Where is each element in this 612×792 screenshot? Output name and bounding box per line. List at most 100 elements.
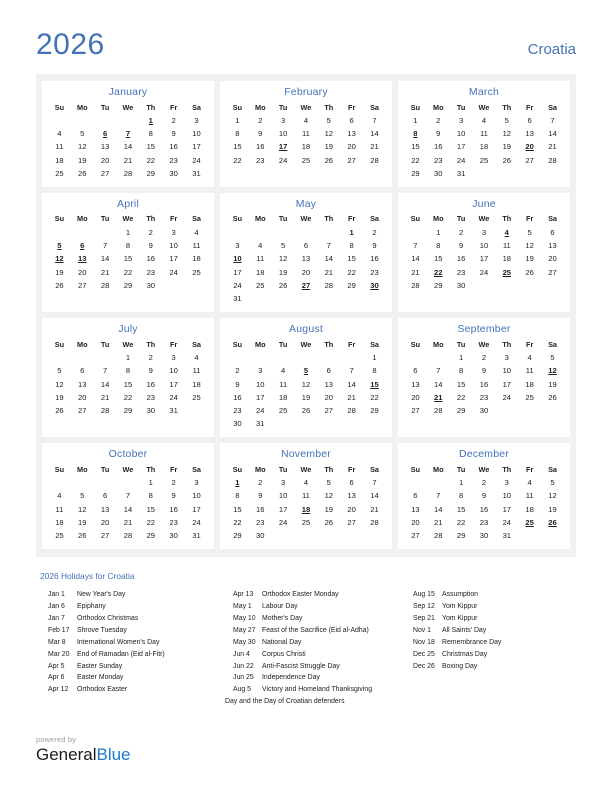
day-cell[interactable]: 27: [340, 516, 363, 529]
day-cell[interactable]: 22: [226, 516, 249, 529]
day-cell[interactable]: 13: [541, 239, 564, 252]
day-cell-holiday[interactable]: 1: [340, 226, 363, 239]
day-cell[interactable]: 12: [541, 489, 564, 502]
day-cell[interactable]: 8: [340, 239, 363, 252]
day-cell[interactable]: 24: [226, 279, 249, 292]
day-cell[interactable]: 27: [404, 404, 427, 417]
day-cell[interactable]: 3: [272, 114, 295, 127]
day-cell[interactable]: 13: [340, 489, 363, 502]
day-cell[interactable]: 17: [495, 377, 518, 390]
day-cell-holiday[interactable]: 6: [71, 239, 94, 252]
day-cell[interactable]: 6: [340, 114, 363, 127]
day-cell[interactable]: 21: [427, 516, 450, 529]
day-cell[interactable]: 6: [518, 114, 541, 127]
day-cell[interactable]: 23: [427, 154, 450, 167]
day-cell[interactable]: 20: [94, 154, 117, 167]
day-cell[interactable]: 24: [473, 266, 496, 279]
day-cell[interactable]: 26: [48, 279, 71, 292]
day-cell[interactable]: 8: [450, 489, 473, 502]
day-cell[interactable]: 2: [363, 226, 386, 239]
day-cell-holiday[interactable]: 4: [495, 226, 518, 239]
day-cell[interactable]: 22: [117, 266, 140, 279]
day-cell[interactable]: 24: [495, 391, 518, 404]
day-cell[interactable]: 2: [473, 476, 496, 489]
day-cell[interactable]: 2: [249, 114, 272, 127]
day-cell[interactable]: 18: [48, 516, 71, 529]
day-cell-holiday[interactable]: 18: [295, 503, 318, 516]
day-cell[interactable]: 29: [427, 279, 450, 292]
day-cell-holiday[interactable]: 22: [427, 266, 450, 279]
day-cell[interactable]: 29: [404, 167, 427, 180]
day-cell[interactable]: 7: [427, 364, 450, 377]
day-cell[interactable]: 4: [295, 476, 318, 489]
day-cell[interactable]: 19: [317, 503, 340, 516]
day-cell[interactable]: 29: [117, 404, 140, 417]
day-cell[interactable]: 1: [363, 351, 386, 364]
day-cell[interactable]: 4: [249, 239, 272, 252]
day-cell[interactable]: 3: [185, 476, 208, 489]
day-cell[interactable]: 9: [473, 489, 496, 502]
day-cell[interactable]: 30: [427, 167, 450, 180]
day-cell[interactable]: 4: [48, 127, 71, 140]
day-cell[interactable]: 22: [226, 154, 249, 167]
day-cell[interactable]: 1: [450, 351, 473, 364]
day-cell[interactable]: 3: [226, 239, 249, 252]
day-cell-holiday[interactable]: 17: [272, 140, 295, 153]
day-cell-holiday[interactable]: 8: [404, 127, 427, 140]
day-cell[interactable]: 20: [295, 266, 318, 279]
day-cell[interactable]: 14: [94, 252, 117, 265]
day-cell[interactable]: 29: [363, 404, 386, 417]
day-cell[interactable]: 12: [317, 127, 340, 140]
day-cell[interactable]: 14: [363, 489, 386, 502]
day-cell[interactable]: 26: [272, 279, 295, 292]
day-cell[interactable]: 27: [518, 154, 541, 167]
day-cell[interactable]: 15: [450, 503, 473, 516]
day-cell[interactable]: 10: [473, 239, 496, 252]
day-cell[interactable]: 25: [295, 516, 318, 529]
day-cell[interactable]: 29: [117, 279, 140, 292]
day-cell[interactable]: 6: [71, 364, 94, 377]
day-cell[interactable]: 29: [450, 529, 473, 542]
day-cell[interactable]: 25: [473, 154, 496, 167]
day-cell[interactable]: 17: [495, 503, 518, 516]
day-cell[interactable]: 9: [162, 489, 185, 502]
day-cell[interactable]: 26: [495, 154, 518, 167]
day-cell[interactable]: 23: [162, 516, 185, 529]
day-cell[interactable]: 12: [317, 489, 340, 502]
day-cell[interactable]: 23: [162, 154, 185, 167]
day-cell[interactable]: 8: [226, 127, 249, 140]
day-cell[interactable]: 2: [427, 114, 450, 127]
day-cell[interactable]: 23: [450, 266, 473, 279]
day-cell-holiday[interactable]: 7: [117, 127, 140, 140]
day-cell[interactable]: 22: [450, 516, 473, 529]
day-cell[interactable]: 28: [94, 279, 117, 292]
day-cell[interactable]: 23: [226, 404, 249, 417]
day-cell-holiday[interactable]: 20: [518, 140, 541, 153]
day-cell[interactable]: 11: [185, 364, 208, 377]
day-cell[interactable]: 30: [162, 167, 185, 180]
day-cell[interactable]: 28: [427, 529, 450, 542]
day-cell[interactable]: 12: [71, 140, 94, 153]
day-cell[interactable]: 10: [185, 127, 208, 140]
day-cell[interactable]: 20: [340, 503, 363, 516]
day-cell-holiday[interactable]: 25: [518, 516, 541, 529]
day-cell[interactable]: 20: [340, 140, 363, 153]
day-cell[interactable]: 4: [473, 114, 496, 127]
day-cell[interactable]: 22: [139, 516, 162, 529]
day-cell[interactable]: 21: [363, 503, 386, 516]
day-cell[interactable]: 17: [185, 503, 208, 516]
day-cell[interactable]: 23: [249, 154, 272, 167]
day-cell[interactable]: 10: [495, 364, 518, 377]
day-cell[interactable]: 18: [272, 391, 295, 404]
day-cell-holiday[interactable]: 30: [363, 279, 386, 292]
day-cell[interactable]: 12: [518, 239, 541, 252]
day-cell[interactable]: 28: [317, 279, 340, 292]
day-cell[interactable]: 19: [541, 377, 564, 390]
day-cell-holiday[interactable]: 27: [295, 279, 318, 292]
day-cell[interactable]: 10: [162, 364, 185, 377]
day-cell[interactable]: 14: [541, 127, 564, 140]
day-cell[interactable]: 4: [185, 226, 208, 239]
day-cell[interactable]: 24: [495, 516, 518, 529]
day-cell[interactable]: 18: [473, 140, 496, 153]
day-cell[interactable]: 31: [162, 404, 185, 417]
